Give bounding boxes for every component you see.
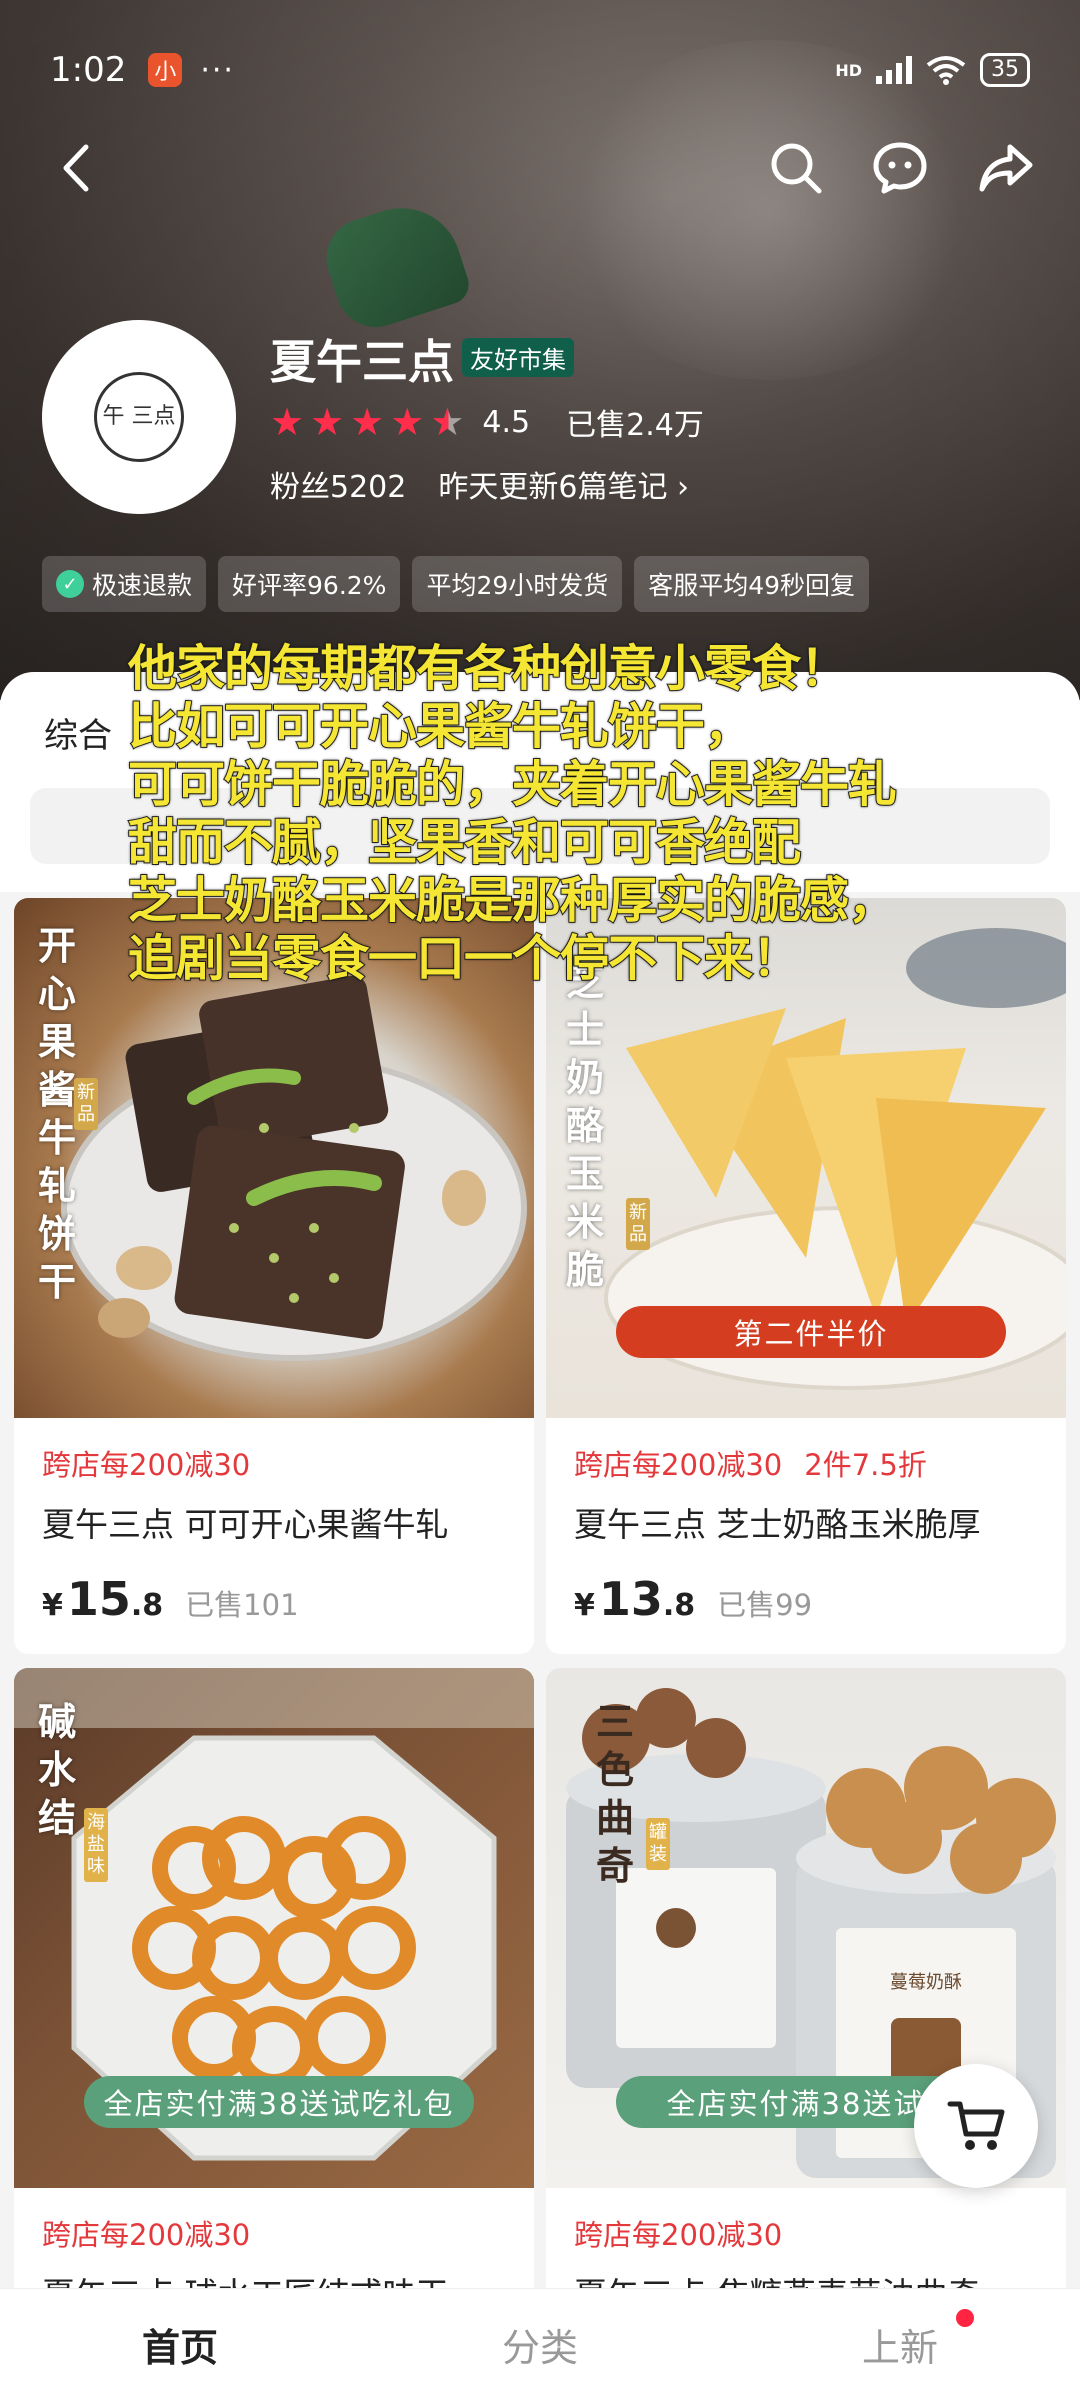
service-tag-label: 平均29小时发货 [426, 571, 609, 600]
notification-app-icon: 小 [148, 53, 183, 87]
product-sold-count: 已售99 [717, 1588, 813, 1622]
promo-text: 跨店每200减30 [42, 1448, 251, 1482]
product-promo: 跨店每200减30 [574, 2212, 1038, 2254]
half-star-icon: ★ [430, 400, 465, 444]
product-ribbon: 全店实付满38送试吃礼包 [84, 2076, 474, 2128]
status-bar: 1:02 小 ··· HD 35 [50, 40, 1030, 100]
shop-logo[interactable]: 午 三点 [42, 320, 236, 514]
flavor-mark: 海盐味 [84, 1808, 108, 1882]
product-sold-count: 已售101 [185, 1588, 299, 1622]
product-ribbon: 第二件半价 [616, 1306, 1006, 1358]
product-title: 夏午三点 可可开心果酱牛轧 [42, 1505, 449, 1544]
search-icon [771, 143, 822, 194]
caption-line: 追剧当零食一口一个停不下来！ [127, 929, 802, 988]
service-tag: 客服平均49秒回复 [634, 556, 870, 612]
back-arrow-icon [63, 144, 89, 192]
battery-icon: 35 [980, 53, 1030, 87]
currency-symbol: ¥ [42, 1588, 63, 1623]
service-tags: ✓ 极速退款 好评率96.2% 平均29小时发货 客服平均49秒回复 [42, 556, 870, 612]
rating-stars: ★ ★ ★ ★ ★ [270, 403, 464, 441]
promo-text: 跨店每200减30 [574, 2218, 783, 2252]
product-promo: 跨店每200减30 [42, 1442, 506, 1484]
shield-check-icon: ✓ [56, 570, 84, 598]
service-tag: 平均29小时发货 [412, 556, 623, 612]
nav-new-arrivals[interactable]: 上新 [720, 2289, 1080, 2400]
price-decimal: .8 [662, 1588, 696, 1623]
product-card[interactable]: 三色曲奇 罐装 蔓莓奶酥 全店实付满38送试吃 跨店每200减30 夏午三点 焦… [546, 1668, 1066, 2308]
product-overlay-text: 碱水结 [38, 1700, 77, 1840]
nav-home[interactable]: 首页 [0, 2289, 360, 2400]
product-card[interactable]: 芝士奶酪玉米脆 新品 第二件半价 跨店每200减30 2件7.5折 夏午三点 芝士… [546, 898, 1066, 1654]
service-tag-label: 极速退款 [92, 571, 193, 600]
new-product-mark: 新品 [626, 1198, 650, 1250]
share-icon [979, 144, 1033, 192]
product-overlay-text: 三色曲奇 [596, 1700, 635, 1888]
rating-value: 4.5 [482, 404, 531, 440]
promo-discount: 2件7.5折 [804, 1448, 927, 1482]
service-tag-label: 客服平均49秒回复 [648, 571, 856, 600]
promo-text: 跨店每200减30 [574, 1448, 783, 1482]
shop-rating: ★ ★ ★ ★ ★ 4.5 已售2.4万 [270, 400, 704, 444]
top-action-bar [0, 128, 1080, 208]
network-type: HD [835, 60, 862, 80]
service-tag: ✓ 极速退款 [42, 556, 207, 612]
wifi-icon [926, 56, 966, 85]
product-overlay-text: 开心果酱牛轧饼干 [38, 924, 77, 1304]
shopping-cart-icon [947, 2101, 1005, 2150]
packaging-mark: 罐装 [646, 1818, 670, 1870]
caption-line: 可可饼干脆脆的，夹着开心果酱牛轧 [127, 755, 898, 814]
star-icon: ★ [270, 400, 305, 444]
sort-tab-comprehensive[interactable]: 综合 [44, 708, 112, 757]
shop-sold-count: 已售2.4万 [566, 408, 704, 443]
more-notifications-icon: ··· [200, 52, 235, 88]
product-title: 夏午三点 芝士奶酪玉米脆厚 [574, 1505, 981, 1544]
notes-update-link[interactable]: 昨天更新6篇笔记 › [438, 462, 689, 506]
tin-label: 蔓莓奶酥 [890, 1972, 962, 1993]
notification-dot [956, 2309, 974, 2327]
search-button[interactable] [756, 128, 836, 208]
overlay-caption: 他家的每期都有各种创意小零食！ 比如可可开心果酱牛轧饼干， 可可饼干脆脆的，夹着… [127, 639, 1078, 988]
star-icon: ★ [390, 400, 425, 444]
caption-line: 他家的每期都有各种创意小零食！ [127, 639, 850, 698]
chat-icon [873, 142, 927, 194]
new-product-mark: 新品 [74, 1078, 98, 1130]
product-price: ¥ 13 .8 已售99 [574, 1572, 1038, 1626]
product-card[interactable]: 碱水结 海盐味 全店实付满38送试吃礼包 跨店每200减30 夏午三点 球水工匠… [14, 1668, 534, 2308]
product-card[interactable]: 开心果酱牛轧饼干 新品 跨店每200减30 夏午三点 可可开心果酱牛轧 ¥ 15… [14, 898, 534, 1654]
product-promo: 跨店每200减30 [42, 2212, 506, 2254]
cart-button[interactable] [914, 2064, 1038, 2188]
caption-line: 芝士奶酪玉米脆是那种厚实的脆感， [127, 871, 898, 930]
shop-logo-mark: 午 三点 [94, 372, 184, 462]
caption-line: 比如可可开心果酱牛轧饼干， [127, 697, 754, 756]
back-button[interactable] [36, 128, 116, 208]
currency-symbol: ¥ [574, 1588, 595, 1623]
service-tag: 好评率96.2% [218, 556, 401, 612]
product-overlay-text: 芝士奶酪玉米脆 [566, 960, 605, 1292]
shop-stats: 粉丝5202 昨天更新6篇笔记 › [270, 462, 689, 506]
promo-text: 跨店每200减30 [42, 2218, 251, 2252]
shop-info: 午 三点 夏午三点 友好市集 ★ ★ ★ ★ ★ 4.5 已售2.4万 粉丝52… [42, 320, 1042, 520]
price-integer: 15 [66, 1572, 131, 1626]
product-info: 跨店每200减30 2件7.5折 夏午三点 芝士奶酪玉米脆厚 ¥ 13 .8 已售… [546, 1418, 1066, 1626]
caption-line: 甜而不腻，坚果香和可可香绝配 [127, 813, 802, 872]
price-decimal: .8 [130, 1588, 164, 1623]
signal-icon [876, 56, 912, 84]
star-icon: ★ [350, 400, 385, 444]
customer-service-button[interactable] [860, 128, 940, 208]
fans-count: 粉丝5202 [270, 470, 407, 505]
product-info: 跨店每200减30 夏午三点 可可开心果酱牛轧 ¥ 15 .8 已售101 [14, 1418, 534, 1626]
status-time: 1:02 [50, 50, 127, 90]
share-button[interactable] [966, 128, 1046, 208]
nav-category[interactable]: 分类 [360, 2289, 720, 2400]
shop-badge: 友好市集 [462, 338, 574, 377]
price-integer: 13 [598, 1572, 663, 1626]
product-image: 碱水结 海盐味 全店实付满38送试吃礼包 [14, 1668, 534, 2188]
bottom-navigation: 首页 分类 上新 [0, 2288, 1080, 2400]
product-price: ¥ 15 .8 已售101 [42, 1572, 506, 1626]
star-icon: ★ [310, 400, 345, 444]
service-tag-label: 好评率96.2% [232, 571, 387, 600]
shop-name: 夏午三点 [270, 335, 454, 389]
product-promo: 跨店每200减30 2件7.5折 [574, 1442, 1038, 1484]
nav-new-arrivals-label: 上新 [861, 2326, 938, 2370]
